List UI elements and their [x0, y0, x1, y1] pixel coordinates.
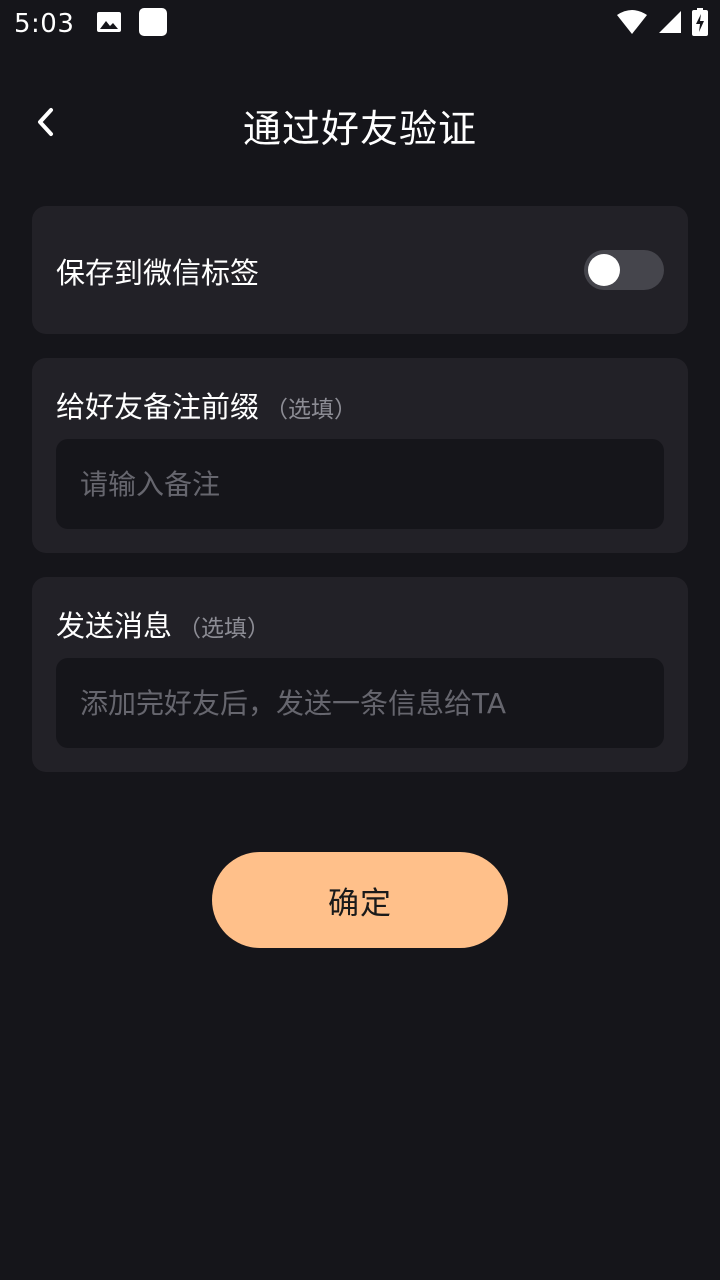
switch-knob [588, 254, 620, 286]
wifi-icon [616, 9, 648, 39]
app-square-icon [138, 7, 168, 41]
message-optional-hint: （选填） [178, 616, 271, 642]
remark-card: 给好友备注前缀 （选填） [32, 358, 688, 553]
message-label-text: 发送消息 [56, 609, 173, 643]
remark-label-text: 给好友备注前缀 [56, 390, 260, 424]
status-bar: 5:03 [0, 0, 720, 48]
status-system-icons [616, 0, 708, 48]
page-title: 通过好友验证 [242, 107, 477, 151]
confirm-button[interactable]: 确定 [212, 852, 508, 948]
status-notification-icons [96, 7, 168, 41]
remark-optional-hint: （选填） [265, 397, 358, 423]
battery-charging-icon [692, 8, 708, 40]
save-tag-label: 保存到微信标签 [56, 256, 260, 290]
message-input[interactable] [56, 658, 664, 748]
nav-bar: 通过好友验证 [0, 78, 720, 168]
save-tag-switch[interactable] [584, 250, 664, 290]
remark-label: 给好友备注前缀 （选填） [56, 384, 357, 426]
cell-signal-icon [658, 10, 682, 38]
message-card: 发送消息 （选填） [32, 577, 688, 772]
message-label: 发送消息 （选填） [56, 603, 270, 645]
save-tag-card: 保存到微信标签 [32, 206, 688, 334]
remark-input[interactable] [56, 439, 664, 529]
status-time: 5:03 [14, 9, 75, 39]
image-icon [96, 11, 122, 37]
